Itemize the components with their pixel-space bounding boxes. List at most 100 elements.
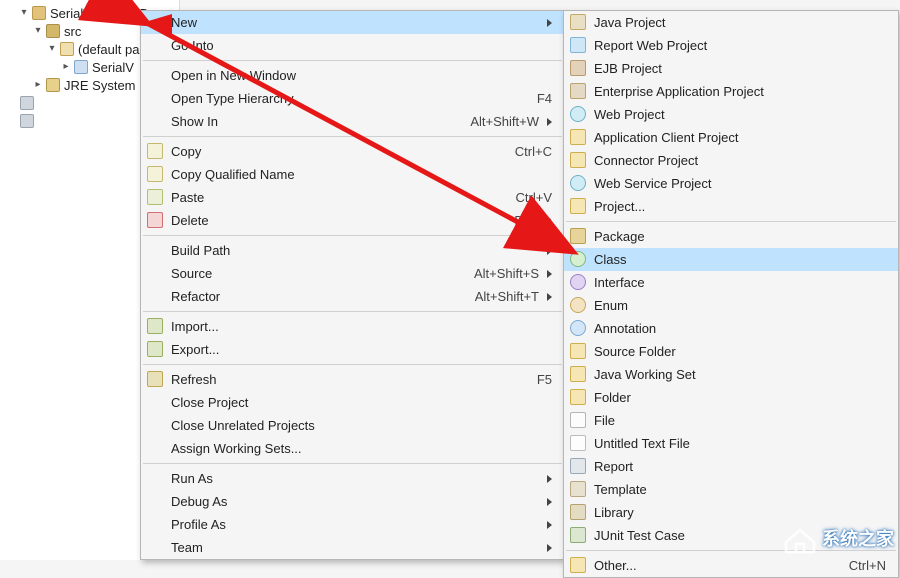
- new-package[interactable]: Package: [564, 225, 898, 248]
- menu-item-label: Open Type Hierarchy: [171, 91, 517, 106]
- new-project[interactable]: Project...: [564, 195, 898, 218]
- new-java-project[interactable]: Java Project: [564, 11, 898, 34]
- new-junit-test-case[interactable]: JUnit Test Case: [564, 524, 898, 547]
- new-web-project[interactable]: Web Project: [564, 103, 898, 126]
- task-icon: [20, 96, 34, 110]
- src-folder-icon: [46, 24, 60, 38]
- copy-icon: [147, 166, 163, 182]
- ctx-copy-qualified-name[interactable]: Copy Qualified Name: [141, 163, 564, 186]
- new-enum[interactable]: Enum: [564, 294, 898, 317]
- ctx-build-path[interactable]: Build Path: [141, 239, 564, 262]
- new-other[interactable]: Other...Ctrl+N: [564, 554, 898, 577]
- menu-item-label: Other...: [594, 558, 829, 573]
- folder-icon: [570, 152, 586, 168]
- menu-item-label: Profile As: [171, 517, 539, 532]
- enum-icon: [570, 297, 586, 313]
- ctx-open-in-new-window[interactable]: Open in New Window: [141, 64, 564, 87]
- chevron-down-icon: ▾: [32, 25, 44, 37]
- new-annotation[interactable]: Annotation: [564, 317, 898, 340]
- menu-separator: [566, 221, 896, 222]
- menu-item-label: Connector Project: [594, 153, 886, 168]
- tmpl-icon: [570, 481, 586, 497]
- new-report-web-project[interactable]: Report Web Project: [564, 34, 898, 57]
- new-ejb-project[interactable]: EJB Project: [564, 57, 898, 80]
- ctx-team[interactable]: Team: [141, 536, 564, 559]
- menu-item-accelerator: Ctrl+C: [515, 144, 552, 159]
- menu-item-label: Paste: [171, 190, 496, 205]
- menu-item-label: EJB Project: [594, 61, 886, 76]
- submenu-arrow-icon: [547, 544, 552, 552]
- menu-item-accelerator: Alt+Shift+S: [474, 266, 539, 281]
- new-source-folder[interactable]: Source Folder: [564, 340, 898, 363]
- ctx-export[interactable]: Export...: [141, 338, 564, 361]
- new-untitled-text-file[interactable]: Untitled Text File: [564, 432, 898, 455]
- menu-separator: [143, 364, 562, 365]
- ctx-run-as[interactable]: Run As: [141, 467, 564, 490]
- new-class[interactable]: Class: [564, 248, 898, 271]
- ctx-close-unrelated-projects[interactable]: Close Unrelated Projects: [141, 414, 564, 437]
- menu-item-label: Source Folder: [594, 344, 886, 359]
- submenu-arrow-icon: [547, 521, 552, 529]
- ear-icon: [570, 83, 586, 99]
- submenu-arrow-icon: [547, 475, 552, 483]
- package-icon: [60, 42, 74, 56]
- ctx-refresh[interactable]: RefreshF5: [141, 368, 564, 391]
- submenu-arrow-icon: [547, 118, 552, 126]
- new-java-working-set[interactable]: Java Working Set: [564, 363, 898, 386]
- task-icon: [20, 114, 34, 128]
- menu-item-label: Refactor: [171, 289, 455, 304]
- new-report[interactable]: Report: [564, 455, 898, 478]
- new-application-client-project[interactable]: Application Client Project: [564, 126, 898, 149]
- submenu-arrow-icon: [547, 247, 552, 255]
- globe-icon: [570, 175, 586, 191]
- ctx-delete[interactable]: DeleteDelete: [141, 209, 564, 232]
- ctx-debug-as[interactable]: Debug As: [141, 490, 564, 513]
- folder-icon: [570, 343, 586, 359]
- java-icon: [570, 14, 586, 30]
- new-library[interactable]: Library: [564, 501, 898, 524]
- txt-icon: [570, 435, 586, 451]
- new-connector-project[interactable]: Connector Project: [564, 149, 898, 172]
- class-icon: [570, 251, 586, 267]
- new-interface[interactable]: Interface: [564, 271, 898, 294]
- menu-item-label: Enum: [594, 298, 886, 313]
- ctx-import[interactable]: Import...: [141, 315, 564, 338]
- ann-icon: [570, 320, 586, 336]
- globe-icon: [570, 106, 586, 122]
- ctx-go-into[interactable]: Go Into: [141, 34, 564, 57]
- menu-item-label: Team: [171, 540, 539, 555]
- file-icon: [570, 412, 586, 428]
- ctx-new[interactable]: New: [141, 11, 564, 34]
- web-icon: [570, 37, 586, 53]
- chevron-right-icon: ▸: [60, 61, 72, 73]
- new-file[interactable]: File: [564, 409, 898, 432]
- submenu-arrow-icon: [547, 498, 552, 506]
- ctx-close-project[interactable]: Close Project: [141, 391, 564, 414]
- new-template[interactable]: Template: [564, 478, 898, 501]
- ctx-copy[interactable]: CopyCtrl+C: [141, 140, 564, 163]
- ctx-show-in[interactable]: Show InAlt+Shift+W: [141, 110, 564, 133]
- menu-item-accelerator: Delete: [514, 213, 552, 228]
- ctx-paste[interactable]: PasteCtrl+V: [141, 186, 564, 209]
- junit-icon: [570, 527, 586, 543]
- ctx-assign-working-sets[interactable]: Assign Working Sets...: [141, 437, 564, 460]
- menu-item-label: Annotation: [594, 321, 886, 336]
- ctx-open-type-hierarchy[interactable]: Open Type Hierarchy F4: [141, 87, 564, 110]
- delete-icon: [147, 212, 163, 228]
- tree-cu-label: SerialV: [92, 60, 134, 75]
- ctx-refactor[interactable]: RefactorAlt+Shift+T: [141, 285, 564, 308]
- ctx-source[interactable]: SourceAlt+Shift+S: [141, 262, 564, 285]
- ctx-profile-as[interactable]: Profile As: [141, 513, 564, 536]
- menu-item-label: Refresh: [171, 372, 517, 387]
- menu-item-label: Class: [594, 252, 886, 267]
- chevron-down-icon: ▾: [18, 7, 30, 19]
- new-enterprise-application-project[interactable]: Enterprise Application Project: [564, 80, 898, 103]
- tree-package-label: (default pa: [78, 42, 139, 57]
- new-folder[interactable]: Folder: [564, 386, 898, 409]
- menu-item-label: Assign Working Sets...: [171, 441, 552, 456]
- menu-separator: [143, 235, 562, 236]
- new-web-service-project[interactable]: Web Service Project: [564, 172, 898, 195]
- menu-item-accelerator: F4: [537, 91, 552, 106]
- jre-library-icon: [46, 78, 60, 92]
- menu-item-label: Package: [594, 229, 886, 244]
